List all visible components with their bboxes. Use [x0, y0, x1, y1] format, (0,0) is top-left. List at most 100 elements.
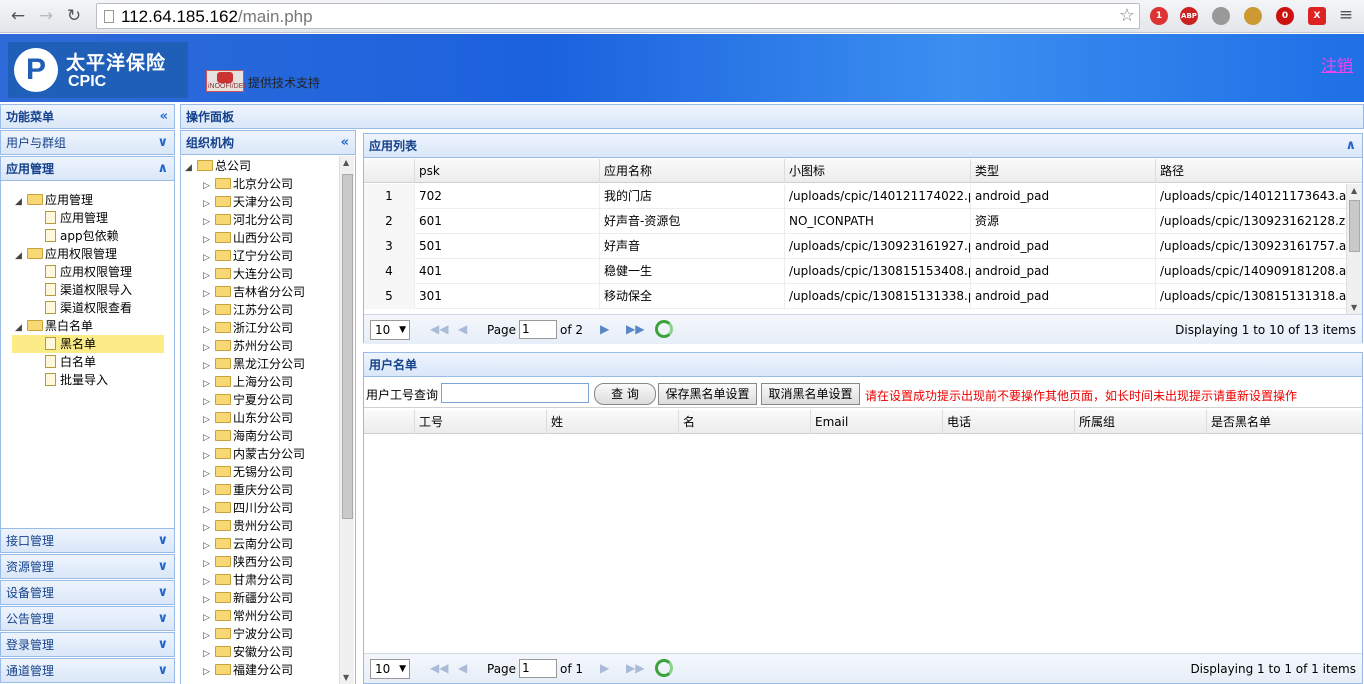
col-header-group[interactable]: 所属组: [1074, 410, 1206, 434]
org-branch-node[interactable]: ▷ 海南分公司: [203, 427, 293, 445]
menu-section-users[interactable]: 用户与群组 ∨: [0, 130, 175, 155]
org-branch-node[interactable]: ▷ 无锡分公司: [203, 463, 293, 481]
org-branch-node[interactable]: ▷ 黑龙江分公司: [203, 355, 305, 373]
first-page-icon[interactable]: ◀◀: [430, 322, 448, 336]
org-branch-node[interactable]: ▷ 河北分公司: [203, 211, 293, 229]
save-blacklist-button[interactable]: 保存黑名单设置: [658, 383, 757, 405]
tree-leaf-batch-import[interactable]: 批量导入: [45, 371, 108, 389]
tree-leaf-app-mgmt[interactable]: 应用管理: [45, 209, 108, 227]
refresh-icon[interactable]: [655, 320, 673, 338]
page-size-select[interactable]: 10 ▼: [370, 320, 410, 340]
tree-leaf-blacklist[interactable]: 黑名单: [12, 335, 164, 353]
org-branch-node[interactable]: ▷ 山东分公司: [203, 409, 293, 427]
org-branch-node[interactable]: ▷ 苏州分公司: [203, 337, 293, 355]
col-header-email[interactable]: Email: [810, 410, 942, 434]
menu-section-channels[interactable]: 通道管理 ∨: [0, 658, 175, 683]
org-branch-node[interactable]: ▷ 吉林省分公司: [203, 283, 305, 301]
table-row[interactable]: 3501好声音/uploads/cpic/130923161927.pngand…: [364, 234, 1346, 259]
cancel-blacklist-button[interactable]: 取消黑名单设置: [761, 383, 860, 405]
menu-section-resources[interactable]: 资源管理 ∨: [0, 554, 175, 579]
org-branch-node[interactable]: ▷ 陕西分公司: [203, 553, 293, 571]
app-grid-scrollbar[interactable]: ▲ ▼: [1346, 184, 1362, 314]
org-branch-node[interactable]: ▷ 辽宁分公司: [203, 247, 293, 265]
tree-collapsed-icon[interactable]: ▷: [203, 663, 215, 681]
bookmark-star-icon[interactable]: ☆: [1119, 5, 1135, 26]
scroll-up-icon[interactable]: ▲: [1351, 186, 1357, 195]
back-arrow-icon[interactable]: ←: [8, 6, 28, 26]
col-header-employee-id[interactable]: 工号: [414, 410, 546, 434]
tree-node-blackwhite[interactable]: ◢ 黑白名单: [15, 317, 93, 335]
tree-leaf-app-deps[interactable]: app包依赖: [45, 227, 119, 245]
col-header-given-name[interactable]: 名: [678, 410, 810, 434]
col-header-phone[interactable]: 电话: [942, 410, 1074, 434]
table-row[interactable]: 5301移动保全/uploads/cpic/130815131338.pngan…: [364, 284, 1346, 309]
menu-section-apps[interactable]: 应用管理 ∧: [0, 156, 175, 181]
org-branch-node[interactable]: ▷ 内蒙古分公司: [203, 445, 305, 463]
tree-expanded-icon[interactable]: ◢: [15, 193, 27, 211]
prev-page-icon[interactable]: ◀: [458, 322, 467, 336]
org-scrollbar[interactable]: ▲ ▼: [339, 156, 354, 684]
menu-icon[interactable]: ≡: [1336, 5, 1356, 25]
collapse-up-icon[interactable]: ∧: [1345, 134, 1356, 158]
globe-extension-icon[interactable]: [1212, 7, 1230, 25]
org-branch-node[interactable]: ▷ 浙江分公司: [203, 319, 293, 337]
org-branch-node[interactable]: ▷ 北京分公司: [203, 175, 293, 193]
table-row[interactable]: 4401稳健一生/uploads/cpic/130815153408.pngan…: [364, 259, 1346, 284]
logout-link[interactable]: 注销: [1321, 52, 1353, 76]
org-branch-node[interactable]: ▷ 常州分公司: [203, 607, 293, 625]
tree-leaf-app-perm[interactable]: 应用权限管理: [45, 263, 132, 281]
scroll-thumb[interactable]: [342, 174, 353, 519]
tree-leaf-channel-view[interactable]: 渠道权限查看: [45, 299, 132, 317]
tree-node-app-perm[interactable]: ◢ 应用权限管理: [15, 245, 117, 263]
address-bar[interactable]: 112.64.185.162/main.php ☆: [96, 3, 1140, 29]
org-branch-node[interactable]: ▷ 四川分公司: [203, 499, 293, 517]
reload-icon[interactable]: ↻: [64, 6, 84, 26]
tree-leaf-channel-import[interactable]: 渠道权限导入: [45, 281, 132, 299]
col-header-name[interactable]: 应用名称: [599, 159, 784, 183]
tree-expanded-icon[interactable]: ◢: [185, 159, 197, 177]
col-header-blacklisted[interactable]: 是否黑名单: [1206, 410, 1344, 434]
prev-page-icon[interactable]: ◀: [458, 661, 467, 675]
last-page-icon[interactable]: ▶▶: [626, 322, 644, 336]
org-branch-node[interactable]: ▷ 云南分公司: [203, 535, 293, 553]
org-root[interactable]: ◢ 总公司: [185, 157, 251, 175]
col-header-surname[interactable]: 姓: [546, 410, 678, 434]
org-branch-node[interactable]: ▷ 天津分公司: [203, 193, 293, 211]
col-header-icon[interactable]: 小图标: [784, 159, 970, 183]
page-number-input[interactable]: 1: [519, 659, 557, 678]
search-button[interactable]: 查 询: [594, 383, 656, 405]
collapse-left-icon[interactable]: «: [160, 105, 168, 129]
adblock-icon[interactable]: ABP: [1180, 7, 1198, 25]
menu-section-login[interactable]: 登录管理 ∨: [0, 632, 175, 657]
tree-leaf-whitelist[interactable]: 白名单: [45, 353, 96, 371]
menu-section-interfaces[interactable]: 接口管理 ∨: [0, 528, 175, 553]
scroll-up-icon[interactable]: ▲: [343, 158, 349, 167]
tree-expanded-icon[interactable]: ◢: [15, 247, 27, 265]
forward-arrow-icon[interactable]: →: [36, 6, 56, 26]
org-branch-node[interactable]: ▷ 上海分公司: [203, 373, 293, 391]
org-branch-node[interactable]: ▷ 大连分公司: [203, 265, 293, 283]
refresh-icon[interactable]: [655, 659, 673, 677]
org-branch-node[interactable]: ▷ 贵州分公司: [203, 517, 293, 535]
org-branch-node[interactable]: ▷ 山西分公司: [203, 229, 293, 247]
menu-section-notices[interactable]: 公告管理 ∨: [0, 606, 175, 631]
org-branch-node[interactable]: ▷ 江苏分公司: [203, 301, 293, 319]
menu-section-devices[interactable]: 设备管理 ∨: [0, 580, 175, 605]
col-header-psk[interactable]: psk: [414, 159, 599, 183]
page-size-select[interactable]: 10 ▼: [370, 659, 410, 679]
org-branch-node[interactable]: ▷ 福建分公司: [203, 661, 293, 679]
extension-people-icon[interactable]: 1: [1150, 7, 1168, 25]
org-branch-node[interactable]: ▷ 宁夏分公司: [203, 391, 293, 409]
table-row[interactable]: 2 601 好声音-资源包 NO_ICONPATH 资源/uploads/cpic/13…: [364, 209, 1346, 234]
x-extension-icon[interactable]: X: [1308, 7, 1326, 25]
page-number-input[interactable]: 1: [519, 320, 557, 339]
scroll-down-icon[interactable]: ▼: [1351, 303, 1357, 312]
stop-extension-icon[interactable]: 0: [1276, 7, 1294, 25]
next-page-icon[interactable]: ▶: [600, 322, 609, 336]
org-branch-node[interactable]: ▷ 宁波分公司: [203, 625, 293, 643]
first-page-icon[interactable]: ◀◀: [430, 661, 448, 675]
org-branch-node[interactable]: ▷ 甘肃分公司: [203, 571, 293, 589]
org-branch-node[interactable]: ▷ 安徽分公司: [203, 643, 293, 661]
col-header-type[interactable]: 类型: [970, 159, 1155, 183]
employee-id-input[interactable]: [441, 383, 589, 403]
